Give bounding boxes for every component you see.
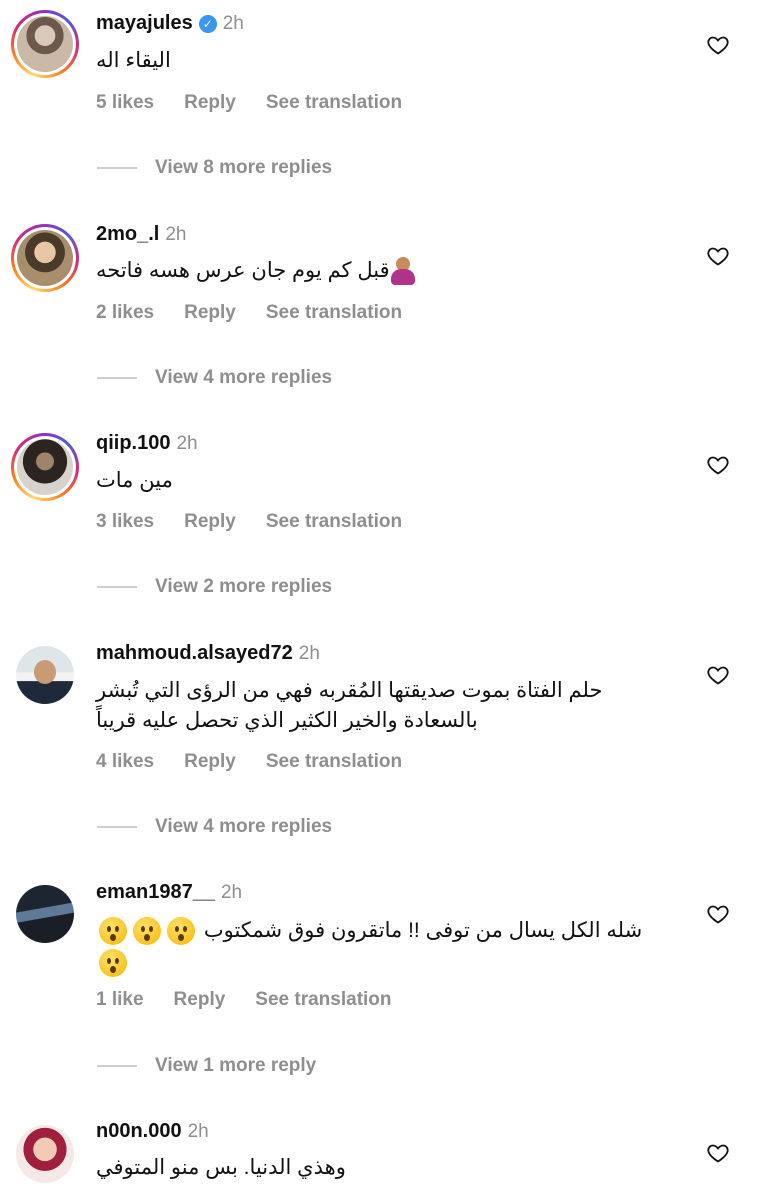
timestamp: 2h xyxy=(298,642,320,664)
likes-count[interactable]: 2 likes xyxy=(96,302,154,324)
timestamp: 2h xyxy=(165,223,187,245)
comment-text-body: شله الكل يسال من توفى !! ماتقرون فوق شمك… xyxy=(203,919,643,942)
avatar xyxy=(16,646,74,704)
comment-text: شله الكل يسال من توفى !! ماتقرون فوق شمك… xyxy=(96,915,666,979)
divider xyxy=(97,586,137,588)
verified-badge-icon: ✓ xyxy=(198,14,217,33)
avatar xyxy=(17,230,73,286)
view-more-replies[interactable]: View 8 more replies xyxy=(97,157,332,179)
person-gesturing-emoji xyxy=(390,257,416,286)
view-more-label: View 8 more replies xyxy=(155,157,333,178)
heart-outline-icon[interactable] xyxy=(706,663,730,687)
comment-text: اليقاء اله xyxy=(96,49,171,72)
hushed-face-emoji xyxy=(99,917,127,946)
view-more-label: View 4 more replies xyxy=(155,367,333,388)
divider xyxy=(97,826,137,828)
view-more-replies[interactable]: View 2 more replies xyxy=(97,576,332,598)
hushed-face-emoji xyxy=(133,917,161,946)
see-translation-button[interactable]: See translation xyxy=(266,751,402,773)
comment-text: وهذي الدنيا. بس منو المتوفي xyxy=(96,1156,346,1179)
likes-count[interactable]: 4 likes xyxy=(96,751,154,773)
avatar-story-ring[interactable] xyxy=(11,433,79,501)
reply-button[interactable]: Reply xyxy=(184,751,236,773)
likes-count[interactable]: 1 like xyxy=(96,989,144,1011)
username[interactable]: mahmoud.alsayed72 xyxy=(96,642,293,665)
avatar xyxy=(16,885,74,943)
view-more-label: View 1 more reply xyxy=(155,1055,317,1076)
divider xyxy=(97,377,137,379)
likes-count[interactable]: 5 likes xyxy=(96,92,154,114)
avatar-frame[interactable] xyxy=(11,880,79,948)
divider xyxy=(97,167,137,169)
hushed-face-emoji xyxy=(167,917,195,946)
username[interactable]: n00n.000 xyxy=(96,1120,182,1143)
hushed-face-emoji xyxy=(99,949,127,978)
avatar-story-ring[interactable] xyxy=(11,10,79,78)
heart-outline-icon[interactable] xyxy=(706,453,730,477)
timestamp: 2h xyxy=(222,12,244,34)
heart-outline-icon[interactable] xyxy=(706,33,730,57)
heart-outline-icon[interactable] xyxy=(706,1141,730,1165)
username[interactable]: 2mo_.l xyxy=(96,223,159,246)
see-translation-button[interactable]: See translation xyxy=(266,511,402,533)
username[interactable]: qiip.100 xyxy=(96,432,170,455)
avatar-frame[interactable] xyxy=(11,1120,79,1188)
reply-button[interactable]: Reply xyxy=(184,511,236,533)
username[interactable]: eman1987__ xyxy=(96,881,215,904)
comment-text: حلم الفتاة بموت صديقتها المُقربه فهي من … xyxy=(96,676,668,736)
see-translation-button[interactable]: See translation xyxy=(266,302,402,324)
divider xyxy=(97,1065,137,1067)
reply-button[interactable]: Reply xyxy=(184,302,236,324)
timestamp: 2h xyxy=(220,881,243,903)
heart-outline-icon[interactable] xyxy=(706,244,730,268)
avatar xyxy=(17,16,73,72)
see-translation-button[interactable]: See translation xyxy=(255,989,391,1011)
avatar xyxy=(17,439,73,495)
view-more-replies[interactable]: View 1 more reply xyxy=(97,1055,316,1077)
reply-button[interactable]: Reply xyxy=(174,989,226,1011)
timestamp: 2h xyxy=(176,432,198,454)
comment-text: مين مات xyxy=(96,469,173,492)
username[interactable]: mayajules xyxy=(96,12,193,35)
heart-outline-icon[interactable] xyxy=(706,902,730,926)
view-more-replies[interactable]: View 4 more replies xyxy=(97,816,332,838)
reply-button[interactable]: Reply xyxy=(184,92,236,114)
comment-text: قبل كم يوم جان عرس هسه فاتحه xyxy=(96,256,666,286)
see-translation-button[interactable]: See translation xyxy=(266,92,402,114)
comment-text-body: قبل كم يوم جان عرس هسه فاتحه xyxy=(96,259,390,282)
avatar-story-ring[interactable] xyxy=(11,224,79,292)
comment-text-line: بالسعادة والخير الكثير الذي تحصل عليه قر… xyxy=(96,709,478,732)
avatar-frame[interactable] xyxy=(11,641,79,709)
timestamp: 2h xyxy=(187,1120,209,1142)
comment-text-line: حلم الفتاة بموت صديقتها المُقربه فهي من … xyxy=(96,679,603,702)
view-more-label: View 2 more replies xyxy=(155,576,333,597)
avatar xyxy=(16,1125,74,1183)
view-more-label: View 4 more replies xyxy=(155,816,333,837)
likes-count[interactable]: 3 likes xyxy=(96,511,154,533)
view-more-replies[interactable]: View 4 more replies xyxy=(97,367,332,389)
